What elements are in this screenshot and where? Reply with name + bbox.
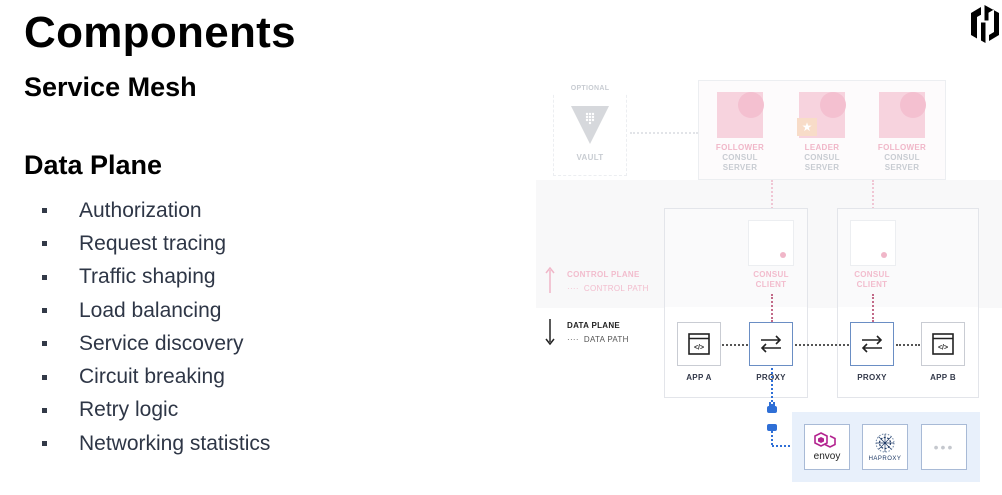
optional-label: OPTIONAL (553, 84, 627, 94)
control-path-legend: ···· CONTROL PATH (567, 284, 649, 293)
more-dots-icon: ••• (933, 439, 955, 455)
proxy-b-label: PROXY (857, 373, 887, 382)
control-plane-arrow-icon (545, 266, 555, 293)
server-line2-label: SERVER (884, 163, 920, 172)
server-line2-label: SERVER (722, 163, 758, 172)
swap-arrows-icon (760, 335, 782, 353)
code-window-icon: </> (688, 333, 710, 355)
leader-star-icon: ★ (797, 118, 817, 136)
server-role-label: LEADER (804, 143, 840, 152)
consul-server-icon (820, 92, 846, 118)
data-path-line (722, 344, 748, 346)
control-path-line (771, 294, 773, 322)
server-role-label: FOLLOWER (877, 143, 927, 152)
server-line1-label: CONSUL (722, 153, 758, 162)
proxy-a-box (749, 322, 793, 366)
server-line1-label: CONSUL (884, 153, 920, 162)
haproxy-option[interactable]: HAPROXY (862, 424, 908, 470)
plug-connector-icon (767, 368, 792, 447)
app-b-label: APP B (930, 373, 956, 382)
consul-client-a (748, 220, 794, 266)
haproxy-label: HAPROXY (868, 456, 902, 462)
envoy-option[interactable]: envoy (804, 424, 850, 470)
server-line2-label: SERVER (804, 163, 840, 172)
consul-client-label: CLIENT (856, 280, 888, 289)
control-path-line (872, 294, 874, 322)
proxy-b-box (850, 322, 894, 366)
app-b-box: </> (921, 322, 965, 366)
dotted-line-icon: ···· (567, 284, 579, 293)
app-a-box: </> (677, 322, 721, 366)
data-path-legend: ···· DATA PATH (567, 335, 629, 344)
vault-connector (630, 132, 698, 134)
vault-label: VAULT (576, 153, 604, 162)
consul-server-icon (738, 92, 764, 118)
data-path-line (896, 344, 920, 346)
dotted-line-icon: ···· (567, 335, 579, 344)
control-plane-label: CONTROL PLANE (567, 270, 640, 279)
svg-text:</>: </> (694, 345, 704, 352)
svg-text:</>: </> (938, 345, 948, 352)
consul-client-label: CONSUL (753, 270, 789, 279)
envoy-logo-icon (814, 432, 836, 448)
consul-client-label: CONSUL (854, 270, 890, 279)
code-window-icon: </> (932, 333, 954, 355)
haproxy-logo-icon (875, 433, 895, 453)
app-a-label: APP A (686, 373, 712, 382)
server-role-label: FOLLOWER (715, 143, 765, 152)
data-path-line (795, 344, 849, 346)
envoy-label: envoy (813, 451, 841, 462)
data-plane-arrow-icon (545, 319, 555, 346)
service-mesh-diagram: OPTIONAL VAULT ★ FOLLOWER CONSUL SERVER … (0, 0, 1002, 495)
consul-client-b (850, 220, 896, 266)
vault-icon (571, 106, 609, 144)
data-plane-label: DATA PLANE (567, 321, 621, 330)
consul-server-icon (900, 92, 926, 118)
server-line1-label: CONSUL (804, 153, 840, 162)
consul-client-label: CLIENT (755, 280, 787, 289)
more-options[interactable]: ••• (921, 424, 967, 470)
consul-client-dot-icon (881, 252, 887, 258)
swap-arrows-icon (861, 335, 883, 353)
consul-client-dot-icon (780, 252, 786, 258)
